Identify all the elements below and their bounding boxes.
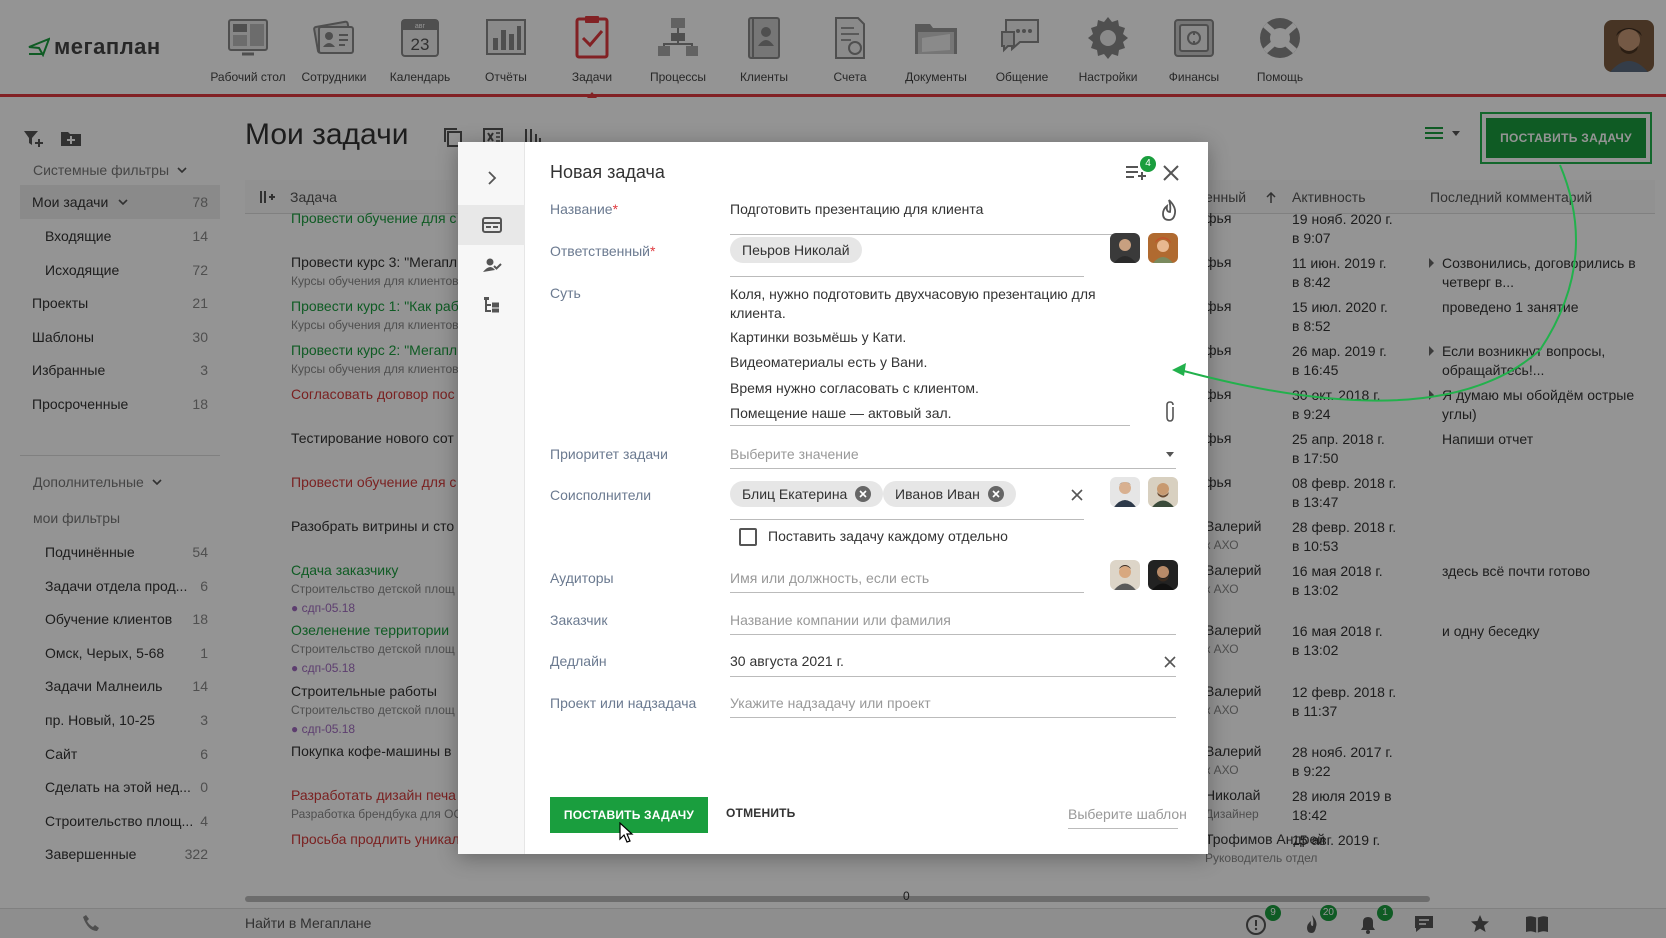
- template-select[interactable]: Выберите шаблон: [1068, 806, 1187, 822]
- avatar[interactable]: [1110, 477, 1140, 507]
- responsible-label: Ответственный*: [550, 243, 656, 259]
- urgent-flame-icon[interactable]: [1160, 199, 1178, 221]
- paperclip-icon[interactable]: [1163, 401, 1177, 423]
- modal-tab-main[interactable]: [458, 205, 525, 245]
- responsible-chip[interactable]: Пеьров Николай: [730, 237, 862, 263]
- modal-title: Новая задача: [550, 162, 665, 182]
- mouse-cursor-icon: [619, 822, 634, 843]
- user-check-icon: [482, 258, 502, 272]
- cancel-button[interactable]: ОТМЕНИТЬ: [726, 806, 796, 820]
- remove-chip-icon[interactable]: [855, 486, 872, 502]
- avatar[interactable]: [1148, 560, 1178, 590]
- each-separately-label: Поставить задачу каждому отдельно: [768, 528, 1008, 544]
- customer-underline: [730, 634, 1176, 635]
- priority-underline: [730, 468, 1176, 469]
- avatar[interactable]: [1110, 560, 1140, 590]
- priority-label: Приоритет задачи: [550, 446, 668, 462]
- coexecutor-chip[interactable]: Блиц Екатерина: [730, 481, 884, 507]
- project-input[interactable]: Укажите надзадачу или проект: [730, 695, 931, 711]
- card-icon: [481, 217, 502, 233]
- template-underline: [1068, 828, 1178, 829]
- each-separately-checkbox[interactable]: [739, 528, 757, 546]
- essence-line: Видеоматериалы есть у Вани.: [730, 354, 928, 370]
- modal-side-nav: [458, 142, 525, 854]
- add-fields-badge: 4: [1140, 156, 1156, 172]
- modal-tab-subtasks[interactable]: [458, 285, 525, 325]
- remove-chip-icon[interactable]: [987, 486, 1004, 502]
- priority-select[interactable]: Выберите значение: [730, 446, 859, 462]
- chevron-right-icon: [487, 171, 496, 185]
- essence-line: Помещение наше — актовый зал.: [730, 405, 952, 421]
- new-task-modal: Новая задача 4 Название* Подготовить пре…: [458, 142, 1208, 854]
- auditors-underline: [730, 592, 1084, 593]
- chevron-down-icon[interactable]: [1166, 452, 1174, 457]
- expand-button[interactable]: [458, 158, 525, 198]
- avatar[interactable]: [1110, 233, 1140, 263]
- clear-icon[interactable]: [1164, 656, 1176, 668]
- name-underline: [730, 234, 1130, 235]
- essence-line: Картинки возьмёшь у Кати.: [730, 329, 907, 345]
- project-underline: [730, 717, 1176, 718]
- avatar[interactable]: [1148, 477, 1178, 507]
- clear-icon[interactable]: [1071, 489, 1083, 501]
- hierarchy-icon: [483, 297, 499, 313]
- customer-input[interactable]: Название компании или фамилия: [730, 612, 951, 628]
- auditors-label: Аудиторы: [550, 570, 614, 586]
- avatar[interactable]: [1148, 233, 1178, 263]
- name-input[interactable]: Подготовить презентацию для клиента: [730, 201, 983, 217]
- essence-line: Коля, нужно подготовить двухчасовую през…: [730, 286, 1096, 321]
- coexecutor-chip[interactable]: Иванов Иван: [883, 481, 1016, 507]
- name-label: Название*: [550, 201, 619, 217]
- essence-line: Время нужно согласовать с клиентом.: [730, 380, 979, 396]
- deadline-label: Дедлайн: [550, 653, 607, 669]
- deadline-input[interactable]: 30 августа 2021 г.: [730, 653, 844, 669]
- add-fields-button[interactable]: 4: [1124, 156, 1156, 186]
- customer-label: Заказчик: [550, 612, 608, 628]
- deadline-underline: [730, 676, 1176, 677]
- modal-tab-assignees[interactable]: [458, 245, 525, 285]
- coexecutors-underline: [730, 519, 1084, 520]
- coexecutors-label: Соисполнители: [550, 487, 652, 503]
- responsible-underline: [730, 276, 1084, 277]
- project-label: Проект или надзадача: [550, 695, 697, 711]
- essence-label: Суть: [550, 285, 581, 301]
- essence-underline: [730, 425, 1130, 426]
- close-icon[interactable]: [1160, 162, 1182, 184]
- auditors-input[interactable]: Имя или должность, если есть: [730, 570, 929, 586]
